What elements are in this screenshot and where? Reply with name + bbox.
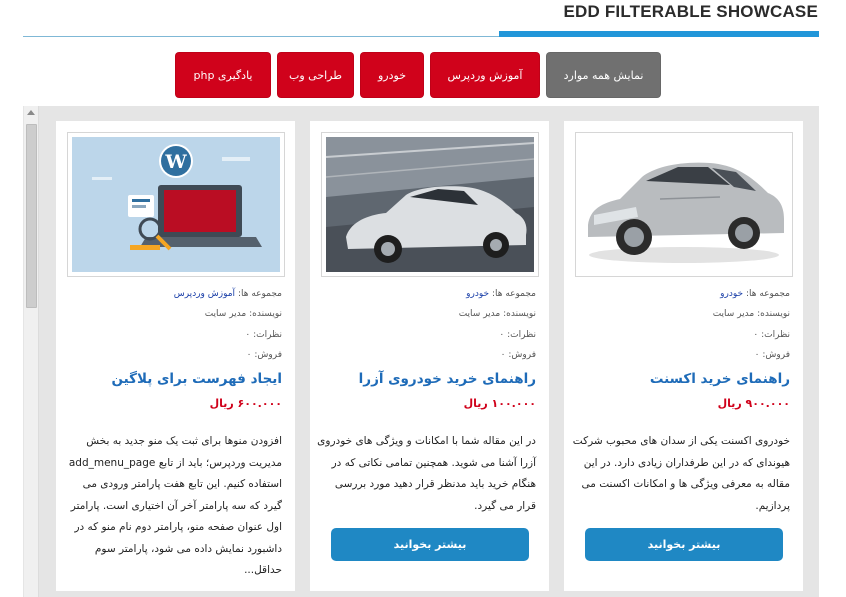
read-more-button[interactable]: بیشتر بخوانید (585, 528, 783, 561)
product-description: در این مقاله شما با امکانات و ویژگی های … (317, 435, 536, 512)
scroll-thumb[interactable] (26, 124, 37, 308)
category-link[interactable]: خودرو (720, 289, 743, 299)
product-author: نویسنده: مدیر سایت (458, 309, 536, 319)
product-comments: نظرات: ۰ (499, 330, 536, 340)
product-category: مجموعه ها: خودرو (466, 289, 536, 299)
read-more-button[interactable]: بیشتر بخوانید (331, 528, 529, 561)
filter-wordpress-button[interactable]: آموزش وردپرس (430, 52, 540, 98)
product-title[interactable]: راهنمای خرید اکسنت (575, 371, 790, 387)
product-price: ۹۰۰.۰۰۰ ریال (717, 397, 790, 410)
product-category: مجموعه ها: خودرو (720, 289, 790, 299)
product-sales: فروش: ۰ (500, 350, 536, 360)
filter-php-button[interactable]: یادگیری php (175, 52, 271, 98)
product-card: مجموعه ها: خودرو نویسنده: مدیر سایت نظرا… (564, 121, 803, 591)
product-image[interactable] (321, 132, 539, 277)
wordpress-illustration-icon: W (72, 137, 280, 272)
product-price: ۶۰۰.۰۰۰ ریال (209, 397, 282, 410)
product-image[interactable]: W (67, 132, 285, 277)
category-link[interactable]: آموزش وردپرس (174, 289, 235, 299)
product-title[interactable]: راهنمای خرید خودروی آزرا (321, 371, 536, 387)
product-author: نویسنده: مدیر سایت (204, 309, 282, 319)
car-photo-icon (580, 137, 788, 272)
product-sales: فروش: ۰ (754, 350, 790, 360)
product-sales: فروش: ۰ (246, 350, 282, 360)
product-author: نویسنده: مدیر سایت (712, 309, 790, 319)
product-card: W مجموعه ها: آموزش وردپرس نویسنده: مدیر … (56, 121, 295, 591)
header-accent-bar (499, 31, 819, 37)
category-link[interactable]: خودرو (466, 289, 489, 299)
product-price: ۱۰۰.۰۰۰ ریال (463, 397, 536, 410)
filter-all-button[interactable]: نمایش همه موارد (546, 52, 661, 98)
product-title[interactable]: ایجاد فهرست برای پلاگین (67, 371, 282, 387)
filter-car-button[interactable]: خودرو (360, 52, 424, 98)
product-category: مجموعه ها: آموزش وردپرس (173, 289, 282, 299)
product-description: خودروی اکسنت یکی از سدان های محبوب شرکت … (572, 435, 790, 512)
filter-bar: نمایش همه موارد آموزش وردپرس خودرو طراحی… (0, 52, 846, 98)
svg-text:W: W (164, 151, 187, 173)
scrollbar[interactable] (24, 106, 39, 597)
product-comments: نظرات: ۰ (753, 330, 790, 340)
product-comments: نظرات: ۰ (245, 330, 282, 340)
page-title: EDD FILTERABLE SHOWCASE (563, 2, 818, 21)
car-photo-icon (326, 137, 534, 272)
product-image[interactable] (575, 132, 793, 277)
product-description: افزودن منوها برای ثبت یک منو جدید به بخش… (68, 435, 282, 576)
filter-webdesign-button[interactable]: طراحی وب (277, 52, 354, 98)
scroll-up-arrow-icon[interactable] (27, 110, 35, 115)
product-card: مجموعه ها: خودرو نویسنده: مدیر سایت نظرا… (310, 121, 549, 591)
